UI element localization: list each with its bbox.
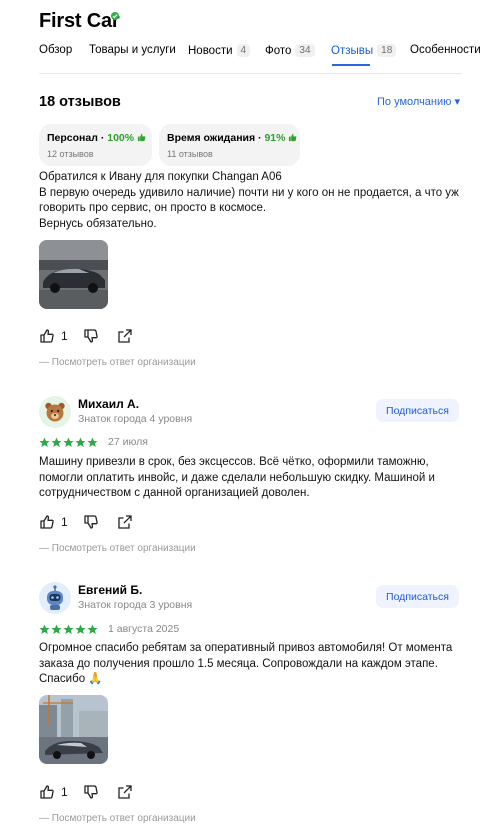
author-name[interactable]: Михаил А. xyxy=(78,397,139,411)
tab-photos[interactable]: Фото 34 xyxy=(265,44,315,57)
tab-count-badge: 18 xyxy=(377,44,397,57)
thumbs-up-icon xyxy=(289,133,297,142)
review-date: 27 июля xyxy=(108,436,148,448)
tab-overview[interactable]: Обзор xyxy=(39,44,72,56)
like-icon[interactable] xyxy=(39,514,55,530)
reviews-count: 18 отзывов xyxy=(39,94,121,110)
dislike-icon[interactable] xyxy=(83,784,99,800)
avatar[interactable] xyxy=(39,582,71,614)
review-actions: 1 xyxy=(39,328,159,344)
verified-badge-icon xyxy=(111,12,119,20)
dislike-icon[interactable] xyxy=(83,328,99,344)
tab-news[interactable]: Новости 4 xyxy=(188,44,251,57)
review-photo[interactable] xyxy=(39,695,108,764)
tab-features[interactable]: Особенности xyxy=(410,44,481,56)
sort-dropdown[interactable]: По умолчанию ▾ xyxy=(377,95,460,108)
avatar[interactable] xyxy=(39,396,71,428)
dislike-icon[interactable] xyxy=(83,514,99,530)
review-actions: 1 xyxy=(39,514,159,530)
review-date: 1 августа 2025 xyxy=(108,623,180,635)
share-icon[interactable] xyxy=(117,328,133,344)
author-name[interactable]: Евгений Б. xyxy=(78,583,142,597)
org-reply-link[interactable]: — Посмотреть ответ организации xyxy=(39,813,196,824)
tab-goods-services[interactable]: Товары и услуги xyxy=(89,44,176,56)
robot-icon xyxy=(47,585,63,610)
review-text: Огромное спасибо ребятам за оперативный … xyxy=(39,642,453,685)
tab-reviews[interactable]: Отзывы 18 xyxy=(331,44,397,57)
tab-count-badge: 34 xyxy=(295,44,315,57)
review-text: Обратился к Ивану для покупки Changan A0… xyxy=(39,171,459,230)
author-level: Знаток города 4 уровня xyxy=(78,413,193,425)
like-icon[interactable] xyxy=(39,328,55,344)
rating-stars-icon xyxy=(39,437,98,447)
org-reply-link[interactable]: — Посмотреть ответ организации xyxy=(39,357,196,368)
author-level: Знаток города 3 уровня xyxy=(78,599,193,611)
rating-row: 1 августа 2025 xyxy=(39,623,239,635)
share-icon[interactable] xyxy=(117,514,133,530)
subscribe-button[interactable]: Подписаться xyxy=(376,585,459,608)
like-count: 1 xyxy=(61,329,68,343)
review-actions: 1 xyxy=(39,784,159,800)
thumbs-up-icon xyxy=(137,133,146,142)
aspect-pill-waiting-time[interactable]: Время ожидания · 91% 11 отзывов xyxy=(159,124,300,166)
rating-stars-icon xyxy=(39,624,98,634)
like-icon[interactable] xyxy=(39,784,55,800)
org-reply-link[interactable]: — Посмотреть ответ организации xyxy=(39,543,196,554)
bear-icon xyxy=(45,402,65,422)
subscribe-button[interactable]: Подписаться xyxy=(376,399,459,422)
share-icon[interactable] xyxy=(117,784,133,800)
active-tab-indicator xyxy=(332,64,370,66)
org-title: First Car xyxy=(39,10,120,32)
aspect-pill-staff[interactable]: Персонал · 100% 12 отзывов xyxy=(39,124,152,166)
review-photo[interactable] xyxy=(39,240,108,309)
review-text: Машину привезли в срок, без эксцессов. В… xyxy=(39,456,435,499)
tab-count-badge: 4 xyxy=(236,44,251,57)
like-count: 1 xyxy=(61,785,68,799)
divider xyxy=(39,73,461,74)
like-count: 1 xyxy=(61,515,68,529)
rating-row: 27 июля xyxy=(39,436,239,448)
